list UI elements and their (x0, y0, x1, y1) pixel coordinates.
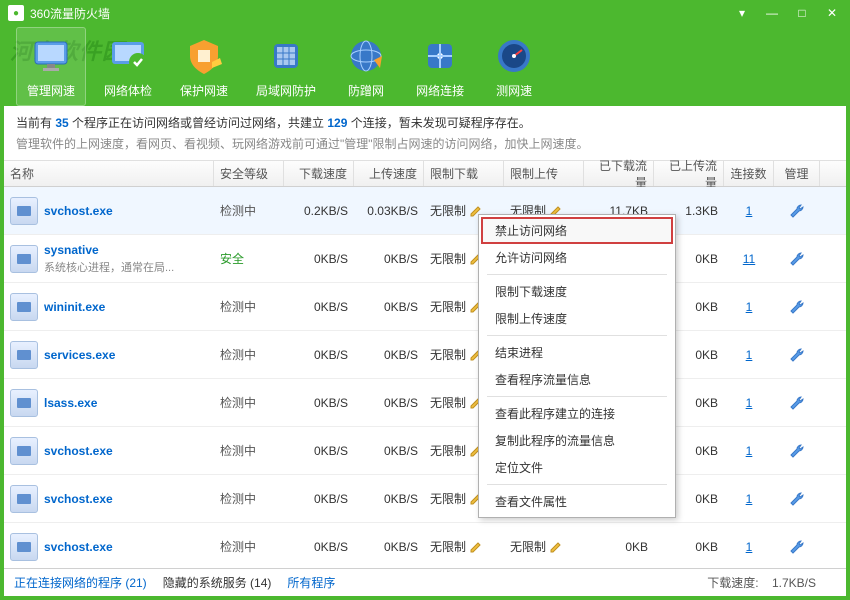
titlebar: ● 360流量防火墙 ▾ — □ ✕ (0, 0, 850, 26)
table-row[interactable]: sysnative系统核心进程，通常在局... 安全 0KB/S 0KB/S 无… (4, 235, 846, 283)
table-row[interactable]: lsass.exe 检测中 0KB/S 0KB/S 无限制 0KB 1 (4, 379, 846, 427)
menu-item[interactable]: 允许访问网络 (481, 244, 673, 271)
dropdown-button[interactable]: ▾ (732, 3, 752, 23)
connection-link[interactable]: 1 (746, 300, 753, 314)
wrench-icon[interactable] (789, 347, 805, 363)
program-count: 35 (55, 116, 68, 130)
menu-item[interactable]: 禁止访问网络 (481, 217, 673, 244)
connect-icon (418, 34, 462, 78)
context-menu[interactable]: 禁止访问网络允许访问网络限制下载速度限制上传速度结束进程查看程序流量信息查看此程… (478, 214, 676, 518)
header-dllimit[interactable]: 限制下载 (424, 161, 504, 186)
info-bar: 当前有 35 个程序正在访问网络或曾经访问过网络，共建立 129 个连接，暂未发… (4, 106, 846, 161)
connection-count: 129 (327, 116, 347, 130)
table-row[interactable]: svchost.exe 检测中 0KB/S 0KB/S 无限制 0KB 1 (4, 427, 846, 475)
tool-globe[interactable]: 防蹭网 (334, 28, 398, 105)
connection-link[interactable]: 1 (746, 396, 753, 410)
bottom-speed: 下载速度: 1.7KB/S (707, 574, 816, 591)
menu-item[interactable]: 限制下载速度 (481, 278, 673, 305)
toolbar: 河东软件园 管理网速网络体检保护网速局域网防护防蹭网网络连接测网速 (0, 26, 850, 106)
wrench-icon[interactable] (789, 491, 805, 507)
process-icon (10, 533, 38, 561)
menu-item[interactable]: 查看程序流量信息 (481, 366, 673, 393)
tool-checkup[interactable]: 网络体检 (94, 28, 162, 105)
monitor-icon (29, 34, 73, 78)
header-safety[interactable]: 安全等级 (214, 161, 284, 186)
process-icon (10, 389, 38, 417)
menu-separator (487, 396, 667, 397)
menu-separator (487, 335, 667, 336)
table-row[interactable]: svchost.exe 检测中 0.2KB/S 0.03KB/S 无限制 无限制… (4, 187, 846, 235)
globe-icon (344, 34, 388, 78)
app-icon: ● (8, 5, 24, 21)
header-ultraffic[interactable]: 已上传流量 (654, 161, 724, 186)
header-conn[interactable]: 连接数 (724, 161, 774, 186)
connection-link[interactable]: 1 (746, 204, 753, 218)
menu-item[interactable]: 结束进程 (481, 339, 673, 366)
header-dltraffic[interactable]: 已下载流量 (584, 161, 654, 186)
tab-hidden-services[interactable]: 隐藏的系统服务 (14) (163, 574, 272, 591)
header-manage[interactable]: 管理 (774, 161, 820, 186)
lan-icon (264, 34, 308, 78)
menu-item[interactable]: 定位文件 (481, 454, 673, 481)
process-icon (10, 197, 38, 225)
wrench-icon[interactable] (789, 395, 805, 411)
table-row[interactable]: svchost.exe 检测中 0KB/S 0KB/S 无限制 无限制 0KB … (4, 523, 846, 568)
maximize-button[interactable]: □ (792, 3, 812, 23)
checkup-icon (106, 34, 150, 78)
tool-lan[interactable]: 局域网防护 (246, 28, 326, 105)
header-ullimit[interactable]: 限制上传 (504, 161, 584, 186)
menu-item[interactable]: 限制上传速度 (481, 305, 673, 332)
process-icon (10, 245, 38, 273)
table-body[interactable]: svchost.exe 检测中 0.2KB/S 0.03KB/S 无限制 无限制… (4, 187, 846, 568)
minimize-button[interactable]: — (762, 3, 782, 23)
table-row[interactable]: services.exe 检测中 0KB/S 0KB/S 无限制 0KB 1 (4, 331, 846, 379)
bottom-tabs: 正在连接网络的程序 (21) 隐藏的系统服务 (14) 所有程序 下载速度: 1… (4, 568, 846, 596)
connection-link[interactable]: 1 (746, 444, 753, 458)
table-header: 名称 安全等级 下载速度 上传速度 限制下载 限制上传 已下载流量 已上传流量 … (4, 161, 846, 187)
header-ulspeed[interactable]: 上传速度 (354, 161, 424, 186)
header-dlspeed[interactable]: 下载速度 (284, 161, 354, 186)
tab-all-programs[interactable]: 所有程序 (287, 574, 335, 591)
tab-connecting[interactable]: 正在连接网络的程序 (21) (14, 574, 147, 591)
connection-link[interactable]: 11 (743, 252, 755, 266)
wrench-icon[interactable] (789, 539, 805, 555)
wrench-icon[interactable] (789, 299, 805, 315)
menu-separator (487, 484, 667, 485)
process-icon (10, 485, 38, 513)
menu-separator (487, 274, 667, 275)
menu-item[interactable]: 复制此程序的流量信息 (481, 427, 673, 454)
wrench-icon[interactable] (789, 251, 805, 267)
process-icon (10, 437, 38, 465)
connection-link[interactable]: 1 (746, 492, 753, 506)
process-icon (10, 341, 38, 369)
gauge-icon (492, 34, 536, 78)
tool-connect[interactable]: 网络连接 (406, 28, 474, 105)
edit-icon[interactable] (470, 541, 482, 553)
shield-icon (182, 34, 226, 78)
menu-item[interactable]: 查看此程序建立的连接 (481, 400, 673, 427)
process-icon (10, 293, 38, 321)
menu-item[interactable]: 查看文件属性 (481, 488, 673, 515)
connection-link[interactable]: 1 (746, 540, 753, 554)
tool-gauge[interactable]: 测网速 (482, 28, 546, 105)
edit-icon[interactable] (550, 541, 562, 553)
wrench-icon[interactable] (789, 443, 805, 459)
info-hint: 管理软件的上网速度，看网页、看视频、玩网络游戏前可通过"管理"限制占网速的访问网… (16, 135, 834, 152)
window-title: 360流量防火墙 (30, 5, 732, 22)
table-row[interactable]: wininit.exe 检测中 0KB/S 0KB/S 无限制 0KB 1 (4, 283, 846, 331)
tool-shield[interactable]: 保护网速 (170, 28, 238, 105)
wrench-icon[interactable] (789, 203, 805, 219)
tool-monitor[interactable]: 管理网速 (16, 27, 86, 106)
header-name[interactable]: 名称 (4, 161, 214, 186)
table-row[interactable]: svchost.exe 检测中 0KB/S 0KB/S 无限制 无限制 0KB … (4, 475, 846, 523)
close-button[interactable]: ✕ (822, 3, 842, 23)
connection-link[interactable]: 1 (746, 348, 753, 362)
